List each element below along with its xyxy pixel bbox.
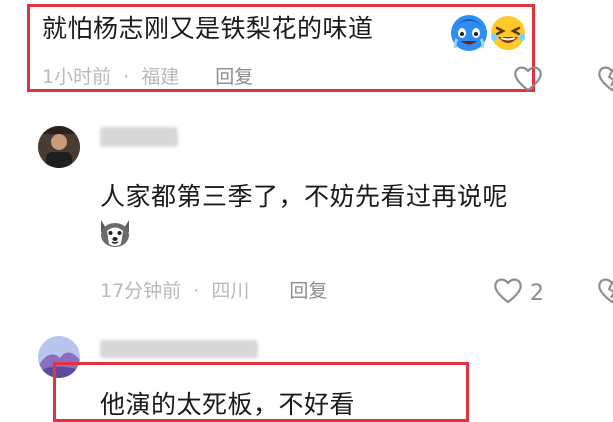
heart-broken-icon[interactable] xyxy=(596,276,613,308)
comment-1-text: 就怕杨志刚又是铁梨花的味道 xyxy=(42,14,374,43)
cry-laugh-emoji xyxy=(448,11,490,57)
comment-2-like-button[interactable]: 2 xyxy=(492,276,544,310)
comment-2-location: 四川 xyxy=(211,280,250,302)
heart-broken-icon[interactable] xyxy=(596,64,613,96)
heart-icon[interactable] xyxy=(512,64,544,96)
comment-2-time: 17分钟前 xyxy=(100,280,182,302)
comment-2-text: 人家都第三季了，不妨先看过再说呢 xyxy=(100,182,509,211)
comment-3-text: 他演的太死板，不好看 xyxy=(100,390,356,419)
like-count: 2 xyxy=(530,280,544,306)
meta-separator: · xyxy=(123,66,130,88)
username-blurred xyxy=(100,340,258,358)
username-blurred xyxy=(100,127,178,147)
comment-1-reply-button[interactable]: 回复 xyxy=(215,66,253,88)
heart-icon[interactable] xyxy=(492,276,524,310)
avatar[interactable] xyxy=(38,126,80,168)
comment-2-meta: 17分钟前 · 四川 回复 xyxy=(100,282,327,301)
husky-dog-emoji xyxy=(97,214,133,254)
comment-2-reply-button[interactable]: 回复 xyxy=(289,280,327,302)
comment-1-location: 福建 xyxy=(141,66,180,88)
grin-squint-emoji xyxy=(488,13,528,57)
comment-1-meta: 1小时前 · 福建 回复 xyxy=(42,68,253,87)
meta-separator: · xyxy=(193,280,200,302)
comment-1-time: 1小时前 xyxy=(42,66,112,88)
